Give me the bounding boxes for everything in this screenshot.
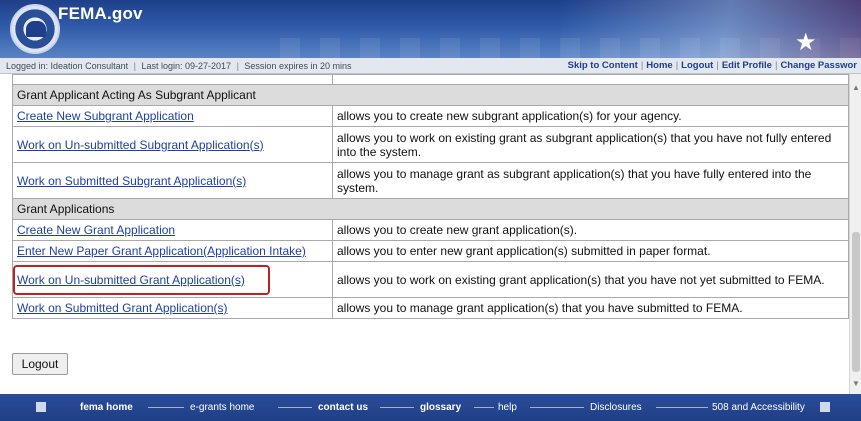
work-unsubmitted-subgrant-link[interactable]: Work on Un-submitted Subgrant Applicatio… xyxy=(17,138,264,152)
scroll-down-icon[interactable]: ▼ xyxy=(852,380,860,388)
footer-square-icon xyxy=(36,402,46,412)
scrollbar-thumb[interactable] xyxy=(852,232,860,372)
enter-paper-grant-link[interactable]: Enter New Paper Grant Application(Applic… xyxy=(17,244,306,258)
row-description: allows you to create new grant applicati… xyxy=(332,219,849,241)
table-row: Work on Submitted Subgrant Application(s… xyxy=(12,162,849,199)
session-info: Logged in: Ideation Consultant | Last lo… xyxy=(6,61,352,71)
skip-to-content-link[interactable]: Skip to Content xyxy=(568,60,638,71)
glossary-link[interactable]: glossary xyxy=(420,394,461,421)
dhs-seal-icon xyxy=(10,4,60,54)
egrants-home-link[interactable]: e-grants home xyxy=(190,394,254,421)
table-row: Work on Un-submitted Grant Application(s… xyxy=(12,261,849,298)
table-row-partial xyxy=(12,74,849,85)
edit-profile-link[interactable]: Edit Profile xyxy=(722,60,772,71)
section-title: Grant Applicant Acting As Subgrant Appli… xyxy=(12,84,849,106)
create-new-subgrant-link[interactable]: Create New Subgrant Application xyxy=(17,109,194,123)
applications-table: Grant Applicant Acting As Subgrant Appli… xyxy=(12,74,849,319)
row-description: allows you to manage grant application(s… xyxy=(332,297,849,319)
footer-square-icon xyxy=(820,402,830,412)
utility-links: Skip to Content | Home | Logout | Edit Profile… xyxy=(567,60,857,71)
accessibility-link[interactable]: 508 and Accessibility xyxy=(712,394,805,421)
work-submitted-grant-link[interactable]: Work on Submitted Grant Application(s) xyxy=(17,301,228,315)
site-title[interactable]: FEMA.gov xyxy=(58,4,143,24)
status-bar: Logged in: Ideation Consultant | Last lo… xyxy=(0,58,861,74)
change-password-link[interactable]: Change Passwor xyxy=(780,60,857,71)
table-row: Create New Grant Application allows you … xyxy=(12,219,849,241)
help-link[interactable]: help xyxy=(498,394,517,421)
table-row: Work on Un-submitted Subgrant Applicatio… xyxy=(12,126,849,163)
disclosures-link[interactable]: Disclosures xyxy=(590,394,642,421)
session-expiry-label: Session expires in 20 mins xyxy=(244,61,352,71)
footer-bar: fema home e-grants home contact us gloss… xyxy=(0,394,861,421)
work-unsubmitted-grant-link[interactable]: Work on Un-submitted Grant Application(s… xyxy=(17,273,245,287)
row-description: allows you to create new subgrant applic… xyxy=(332,105,849,127)
section-header-subgrant: Grant Applicant Acting As Subgrant Appli… xyxy=(12,84,849,106)
table-row: Work on Submitted Grant Application(s) a… xyxy=(12,297,849,319)
contact-us-link[interactable]: contact us xyxy=(318,394,368,421)
create-new-grant-link[interactable]: Create New Grant Application xyxy=(17,223,175,237)
last-login-label: Last login: 09-27-2017 xyxy=(141,61,232,71)
row-description: allows you to manage grant as subgrant a… xyxy=(332,162,849,199)
row-description: allows you to work on existing grant app… xyxy=(332,261,849,298)
logout-link[interactable]: Logout xyxy=(681,60,713,71)
table-row: Enter New Paper Grant Application(Applic… xyxy=(12,240,849,262)
table-row: Create New Subgrant Application allows y… xyxy=(12,105,849,127)
row-description: allows you to enter new grant applicatio… xyxy=(332,240,849,262)
main-content: Grant Applicant Acting As Subgrant Appli… xyxy=(0,74,849,394)
logout-button[interactable]: Logout xyxy=(12,353,68,375)
section-header-grant-applications: Grant Applications xyxy=(12,198,849,220)
scroll-up-icon[interactable]: ▲ xyxy=(852,84,860,92)
row-description: allows you to work on existing grant as … xyxy=(332,126,849,163)
logged-in-label: Logged in: Ideation Consultant xyxy=(6,61,129,71)
header-banner: FEMA.gov ★ xyxy=(0,0,861,58)
vertical-scrollbar[interactable]: ▲ ▼ xyxy=(849,74,861,394)
section-title: Grant Applications xyxy=(12,198,849,220)
work-submitted-subgrant-link[interactable]: Work on Submitted Subgrant Application(s… xyxy=(17,174,246,188)
home-link[interactable]: Home xyxy=(646,60,672,71)
star-icon: ★ xyxy=(795,29,817,56)
fema-home-link[interactable]: fema home xyxy=(80,394,133,421)
